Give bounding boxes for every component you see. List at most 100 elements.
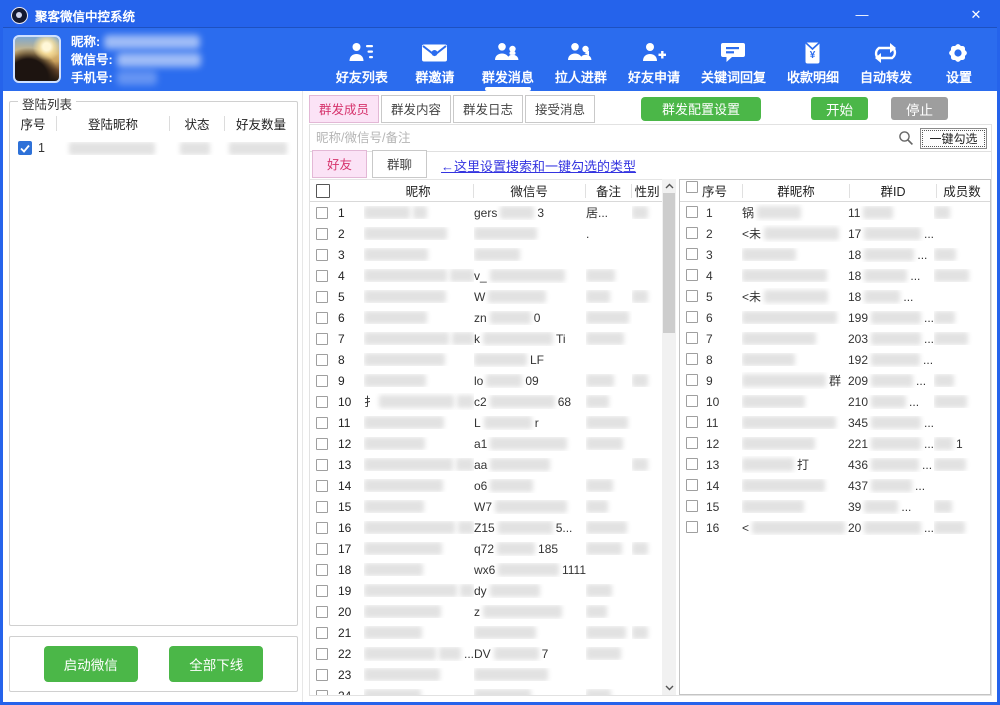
friend-row[interactable]: 13aa	[310, 454, 662, 475]
row-checkbox[interactable]	[686, 206, 698, 218]
row-checkbox[interactable]	[316, 207, 328, 219]
row-checkbox[interactable]	[316, 585, 328, 597]
group-row[interactable]: 2<未17...	[680, 223, 990, 244]
row-checkbox[interactable]	[686, 416, 698, 428]
friend-row[interactable]: 10扌c268	[310, 391, 662, 412]
nav-item-payment-detail[interactable]: ¥收款明细	[787, 41, 839, 88]
type-tab-groups[interactable]: 群聊	[372, 150, 427, 178]
minimize-button[interactable]: —	[849, 4, 875, 26]
row-checkbox[interactable]	[316, 522, 328, 534]
start-wechat-button[interactable]: 启动微信	[44, 646, 138, 682]
group-row[interactable]: 9群209...	[680, 370, 990, 391]
row-checkbox[interactable]	[686, 521, 698, 533]
friend-row[interactable]: 6zn0	[310, 307, 662, 328]
friend-row[interactable]: 11Lr	[310, 412, 662, 433]
nav-item-friend-request[interactable]: 好友申请	[628, 41, 680, 88]
nav-item-auto-forward[interactable]: 自动转发	[860, 41, 912, 88]
friend-row[interactable]: 22...DV7	[310, 643, 662, 664]
group-row[interactable]: 11345...	[680, 412, 990, 433]
row-checkbox[interactable]	[686, 374, 698, 386]
row-checkbox[interactable]	[316, 249, 328, 261]
row-checkbox[interactable]	[686, 479, 698, 491]
row-checkbox[interactable]	[686, 227, 698, 239]
row-checkbox[interactable]	[316, 438, 328, 450]
scroll-down-icon[interactable]	[662, 681, 676, 695]
friend-row[interactable]: 3	[310, 244, 662, 265]
start-button[interactable]: 开始	[811, 97, 868, 120]
row-checkbox[interactable]	[316, 417, 328, 429]
row-checkbox[interactable]	[316, 480, 328, 492]
row-checkbox[interactable]	[316, 606, 328, 618]
row-checkbox[interactable]	[316, 543, 328, 555]
friend-row[interactable]: 19dy	[310, 580, 662, 601]
friends-select-all-checkbox[interactable]	[316, 184, 330, 198]
nav-item-pull-into-group[interactable]: 拉人进群	[555, 41, 607, 88]
row-checkbox[interactable]	[686, 290, 698, 302]
friend-row[interactable]: 18wx61111	[310, 559, 662, 580]
group-row[interactable]: 12221...1	[680, 433, 990, 454]
row-checkbox[interactable]	[686, 395, 698, 407]
group-row[interactable]: 1锅11	[680, 202, 990, 223]
type-tab-friends[interactable]: 好友	[312, 150, 367, 178]
row-checkbox[interactable]	[316, 333, 328, 345]
row-checkbox[interactable]	[316, 228, 328, 240]
row-checkbox[interactable]	[686, 311, 698, 323]
group-row[interactable]: 7203...	[680, 328, 990, 349]
search-input[interactable]	[316, 131, 892, 145]
friend-row[interactable]: 9lo09	[310, 370, 662, 391]
row-checkbox[interactable]	[316, 270, 328, 282]
friend-row[interactable]: 7kTi	[310, 328, 662, 349]
scrollbar-track[interactable]	[662, 193, 676, 681]
friend-row[interactable]: 16Z155...	[310, 517, 662, 538]
nav-item-settings[interactable]: 设置	[933, 41, 985, 88]
row-checkbox[interactable]	[316, 375, 328, 387]
friend-row[interactable]: 15W7	[310, 496, 662, 517]
tab-members[interactable]: 群发成员	[309, 95, 379, 123]
group-row[interactable]: 5<未18...	[680, 286, 990, 307]
scrollbar-thumb[interactable]	[663, 193, 675, 333]
friend-row[interactable]: 23	[310, 664, 662, 685]
group-row[interactable]: 10210...	[680, 391, 990, 412]
tab-content[interactable]: 群发内容	[381, 95, 451, 123]
group-row[interactable]: 418...	[680, 265, 990, 286]
group-row[interactable]: 8192...	[680, 349, 990, 370]
friend-row[interactable]: 24	[310, 685, 662, 695]
row-checkbox[interactable]	[316, 501, 328, 513]
tab-log[interactable]: 群发日志	[453, 95, 523, 123]
group-row[interactable]: 1539...	[680, 496, 990, 517]
row-checkbox[interactable]	[316, 690, 328, 696]
row-checkbox[interactable]	[316, 627, 328, 639]
type-hint-link[interactable]: ←这里设置搜索和一键勾选的类型	[441, 156, 636, 175]
friend-row[interactable]: 17q72185	[310, 538, 662, 559]
row-checkbox[interactable]	[686, 458, 698, 470]
scroll-up-icon[interactable]	[662, 179, 676, 193]
row-checkbox[interactable]	[686, 437, 698, 449]
group-row[interactable]: 14437...	[680, 475, 990, 496]
friend-row[interactable]: 12a1	[310, 433, 662, 454]
nav-item-friend-list[interactable]: 好友列表	[336, 41, 388, 88]
group-row[interactable]: 16<20...	[680, 517, 990, 538]
group-row[interactable]: 13打436...	[680, 454, 990, 475]
friend-row[interactable]: 1gers3居...	[310, 202, 662, 223]
all-offline-button[interactable]: 全部下线	[169, 646, 263, 682]
friends-scrollbar[interactable]	[662, 179, 676, 695]
stop-button[interactable]: 停止	[891, 97, 948, 120]
row-checkbox[interactable]	[316, 648, 328, 660]
friend-row[interactable]: 4v_	[310, 265, 662, 286]
row-checkbox[interactable]	[686, 353, 698, 365]
nav-item-group-invite[interactable]: 群邀请	[409, 41, 461, 88]
nav-item-keyword-reply[interactable]: 关键词回复	[701, 41, 766, 88]
checked-checkbox[interactable]	[18, 141, 32, 155]
row-checkbox[interactable]	[686, 248, 698, 260]
groups-select-all-checkbox[interactable]	[686, 181, 698, 193]
row-checkbox[interactable]	[316, 396, 328, 408]
friend-row[interactable]: 20z	[310, 601, 662, 622]
friend-row[interactable]: 5W	[310, 286, 662, 307]
friend-row[interactable]: 21	[310, 622, 662, 643]
row-checkbox[interactable]	[316, 354, 328, 366]
row-checkbox[interactable]	[316, 669, 328, 681]
row-checkbox[interactable]	[316, 291, 328, 303]
tab-receive[interactable]: 接受消息	[525, 95, 595, 123]
select-all-button[interactable]: 一键勾选	[920, 128, 987, 149]
row-checkbox[interactable]	[316, 459, 328, 471]
